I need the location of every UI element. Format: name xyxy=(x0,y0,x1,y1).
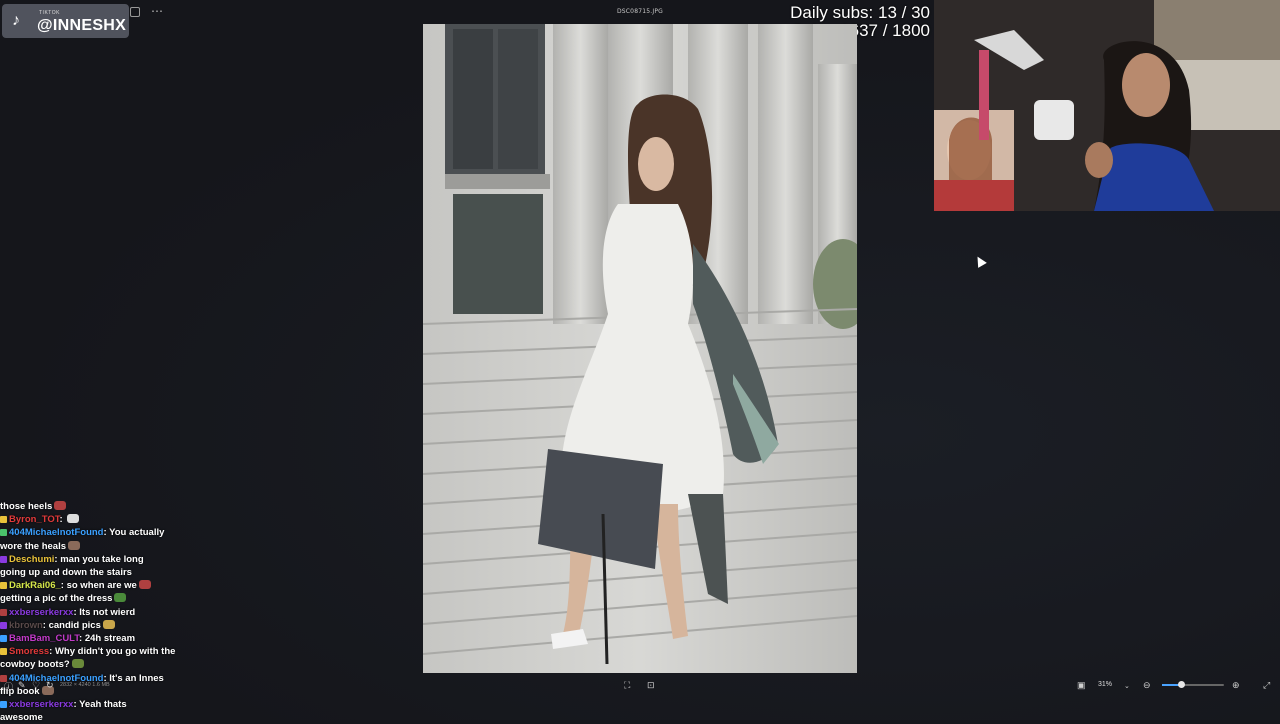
chat-message: awesome xyxy=(0,711,215,724)
chat-message: xxberserkerxx: Its not wierd xyxy=(0,606,215,619)
tiktok-word: TIKTOK xyxy=(39,10,60,16)
chat-badge-icon xyxy=(0,582,7,590)
chat-message: Smoress: Why didn't you go with the xyxy=(0,645,215,658)
webcam-illustration xyxy=(934,0,1280,211)
zoom-label: 31% xyxy=(1098,681,1113,688)
chat-message: xxberserkerxx: Yeah thats xyxy=(0,698,215,711)
chat-badge-icon xyxy=(0,648,7,656)
window-icon[interactable] xyxy=(130,7,140,17)
chat-badge-icon xyxy=(0,516,7,524)
info-icon[interactable]: ⓘ xyxy=(4,680,13,693)
heart-icon[interactable]: ♡ xyxy=(32,680,40,691)
webcam-overlay xyxy=(934,0,1280,211)
chat-emote-icon xyxy=(67,514,80,524)
viewed-photo[interactable] xyxy=(423,24,857,673)
chat-text: You actually xyxy=(109,527,165,539)
chat-separator: : xyxy=(59,514,66,526)
chat-badge-icon xyxy=(0,701,7,709)
chat-message: wore the heals xyxy=(0,540,215,553)
chat-text: man you take long xyxy=(60,553,144,565)
chat-badge-icon xyxy=(0,529,7,537)
chat-emote-icon xyxy=(102,619,115,629)
tiktok-handle: @INNESHX xyxy=(37,17,127,34)
file-name: DSC08715.JPG xyxy=(616,8,664,15)
fullscreen-icon[interactable]: ⤢ xyxy=(1263,680,1270,691)
chat-emote-icon xyxy=(68,540,80,550)
actual-size-icon[interactable]: ⊡ xyxy=(647,680,655,691)
chat-message: Deschumi: man you take long xyxy=(0,553,215,566)
chat-text: Why didn't you go with the xyxy=(54,646,176,658)
rotate-icon[interactable]: ↻ xyxy=(46,680,54,691)
zoom-in-icon[interactable]: ⊕ xyxy=(1232,680,1240,691)
chat-badge-icon xyxy=(0,608,7,616)
chat-message: BamBam_CULT: 24h stream xyxy=(0,632,215,645)
chat-text: 24h stream xyxy=(84,633,136,645)
chat-text: cowboy boots? xyxy=(0,659,70,671)
chat-text: so when are we xyxy=(66,580,137,592)
chat-text: wore the heals xyxy=(0,540,66,552)
screen-icon[interactable]: ▣ xyxy=(1077,680,1086,691)
chat-text: getting a pic of the dress xyxy=(0,593,113,605)
daily-subs: Daily subs: 13 / 30 xyxy=(790,3,930,22)
chat-message: kbrown: candid pics xyxy=(0,619,215,632)
chat-text: awesome xyxy=(0,712,43,724)
edit-icon[interactable]: ✎ xyxy=(18,680,26,691)
zoom-out-icon[interactable]: ⊖ xyxy=(1143,680,1151,691)
chat-username[interactable]: xxberserkerxx xyxy=(9,699,73,710)
chat-text: candid pics xyxy=(48,619,101,631)
chat-text: going up and down the stairs xyxy=(0,567,132,579)
chat-username[interactable]: kbrown xyxy=(9,620,43,631)
chat-username[interactable]: Deschumi xyxy=(9,554,54,565)
chat-text: Yeah thats xyxy=(79,699,127,711)
chat-badge-icon xyxy=(0,555,7,563)
chat-username[interactable]: xxberserkerxx xyxy=(9,607,73,618)
chevron-down-icon[interactable]: ⌄ xyxy=(1124,682,1130,690)
chat-emote-icon xyxy=(114,593,127,603)
chat-badge-icon xyxy=(0,621,7,629)
chat-emote-icon xyxy=(138,580,151,590)
chat-text: those heels xyxy=(0,501,53,512)
chat-message: cowboy boots? xyxy=(0,658,215,671)
chat-emote-icon xyxy=(71,659,84,669)
bottom-toolbar xyxy=(0,676,1280,696)
chat-username[interactable]: Byron_TOT xyxy=(9,514,60,525)
tiktok-logo-icon: ♪ xyxy=(12,12,20,29)
image-info: 2832 × 4240 1.6 MB xyxy=(60,682,110,688)
chat-message: DarkRai06_: so when are we xyxy=(0,579,215,592)
chat-message: 404MichaelnotFound: You actually xyxy=(0,526,215,539)
chat-message: going up and down the stairs xyxy=(0,566,215,579)
fit-screen-icon[interactable]: ⛶ xyxy=(624,680,630,691)
photo-illustration xyxy=(423,24,857,673)
chat-message: getting a pic of the dress xyxy=(0,592,215,605)
chat-username[interactable]: Smoress xyxy=(9,646,49,657)
chat-username[interactable]: DarkRai06_ xyxy=(9,580,61,591)
zoom-slider[interactable] xyxy=(1162,681,1224,688)
ellipsis-icon[interactable]: ⋯ xyxy=(151,4,163,18)
chat-emote-icon xyxy=(54,501,67,510)
chat-message: those heels xyxy=(0,500,215,513)
chat-text: Its not wierd xyxy=(79,606,136,618)
chat-badge-icon xyxy=(0,635,7,643)
tiktok-watermark: ♪ TIKTOK @INNESHX xyxy=(2,4,129,38)
chat-username[interactable]: BamBam_CULT xyxy=(9,633,79,644)
chat-message: Byron_TOT: xyxy=(0,513,215,526)
chat-username[interactable]: 404MichaelnotFound xyxy=(9,527,103,538)
